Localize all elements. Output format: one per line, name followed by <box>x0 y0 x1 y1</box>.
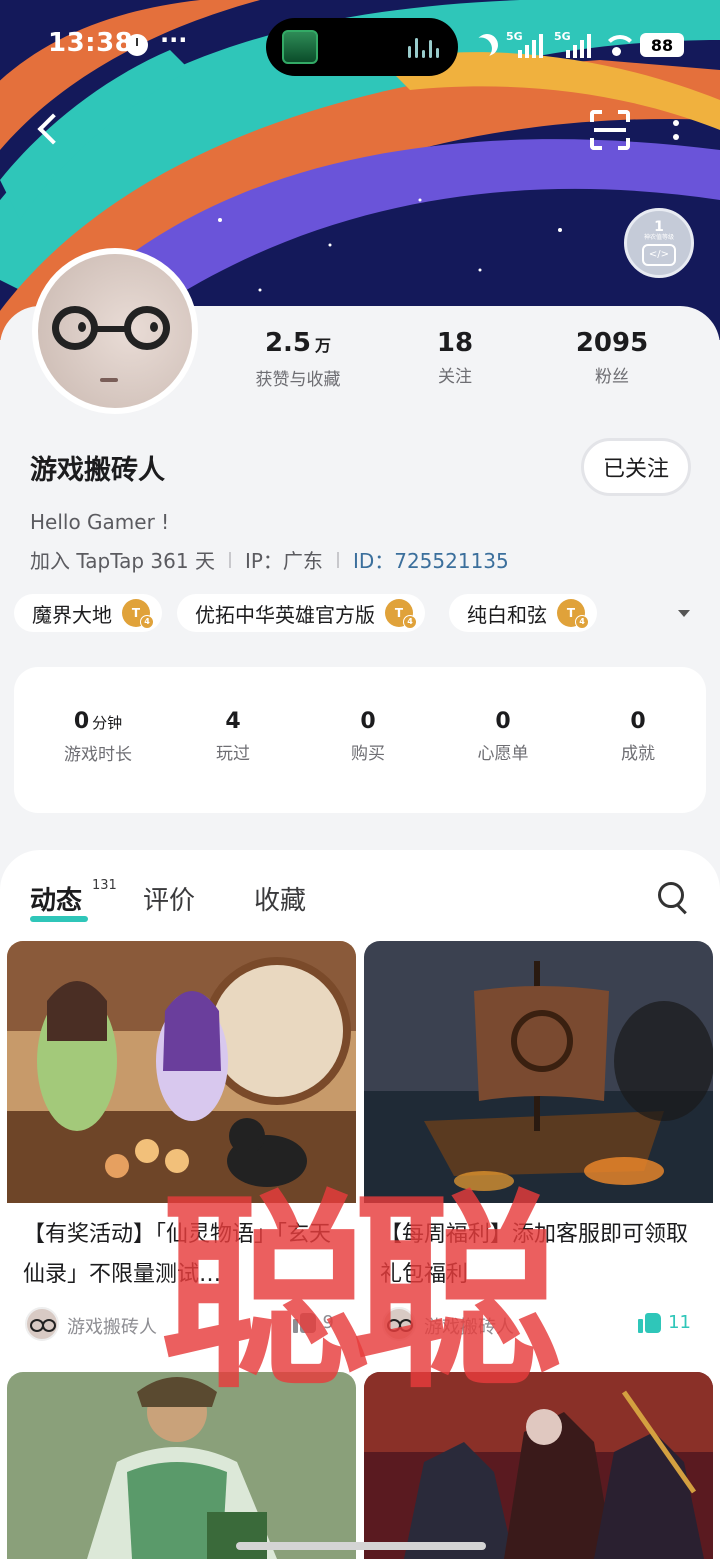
user-id[interactable]: ID：725521135 <box>353 545 509 574</box>
like-button[interactable]: 11 <box>638 1311 691 1333</box>
taptap-badge-icon: T <box>122 599 154 629</box>
stat-followers[interactable]: 2095 粉丝 <box>552 328 672 388</box>
more-options-icon[interactable] <box>664 114 688 148</box>
taptap-badge-icon: T <box>385 599 417 629</box>
gamepad-code-icon: </> <box>642 244 676 266</box>
user-meta: 加入 TapTap 361 天 IP：广东 ID：725521135 <box>30 545 509 574</box>
following-button[interactable]: 已关注 <box>581 438 691 496</box>
join-duration: 加入 TapTap 361 天 <box>30 549 215 573</box>
game-tag[interactable]: 纯白和弦 T <box>449 594 597 632</box>
status-time: 13:38 <box>48 28 134 58</box>
watermark-text: 聪聪 <box>160 1172 562 1417</box>
wifi-icon <box>602 33 637 57</box>
status-more-dots: ··· <box>160 26 188 54</box>
ip-location: IP：广东 <box>244 549 323 573</box>
active-tab-indicator <box>30 916 88 922</box>
thumbs-up-icon <box>638 1311 662 1333</box>
post-cover-image <box>7 941 356 1203</box>
level-badge[interactable]: 1 神农值等级 </> <box>624 208 694 278</box>
divider <box>336 551 339 568</box>
tab-posts[interactable]: 动态 <box>30 880 82 917</box>
clock-icon <box>126 34 148 56</box>
game-tag-list: 魔界大地 T 优拓中华英雄官方版 T 纯白和弦 T <box>14 594 714 632</box>
author-name[interactable]: 游戏搬砖人 <box>67 1313 157 1339</box>
game-tag[interactable]: 优拓中华英雄官方版 T <box>177 594 425 632</box>
signal-icon: 5G <box>506 30 546 58</box>
stat-following[interactable]: 18 关注 <box>395 328 515 388</box>
divider <box>228 551 231 568</box>
username: 游戏搬砖人 <box>30 455 165 486</box>
stat-likes[interactable]: 2.5 万 获赞与收藏 <box>238 328 358 390</box>
stat-purchased[interactable]: 0 购买 <box>308 709 428 764</box>
scan-icon[interactable] <box>590 110 630 150</box>
do-not-disturb-icon <box>472 30 502 60</box>
tab-reviews[interactable]: 评价 <box>143 880 195 917</box>
battery-indicator: 88 <box>640 33 684 57</box>
expand-tags-icon[interactable] <box>678 610 690 617</box>
stat-achievements[interactable]: 0 成就 <box>578 709 698 764</box>
tab-favorites[interactable]: 收藏 <box>254 880 306 917</box>
media-thumbnail <box>282 30 318 64</box>
audio-wave-icon <box>408 36 442 58</box>
dynamic-island[interactable] <box>266 18 458 76</box>
avatar[interactable] <box>32 248 198 414</box>
stat-playtime[interactable]: 0 分钟 游戏时长 <box>38 709 158 765</box>
stat-played[interactable]: 4 玩过 <box>173 709 293 764</box>
back-arrow-icon[interactable] <box>30 108 70 152</box>
search-icon[interactable] <box>656 880 690 914</box>
game-stats-card: 0 分钟 游戏时长 4 玩过 0 购买 0 心愿单 0 成就 <box>14 667 706 813</box>
signal-icon-2: 5G <box>554 30 594 58</box>
author-avatar[interactable] <box>25 1307 59 1341</box>
stat-wishlist[interactable]: 0 心愿单 <box>443 709 563 764</box>
taptap-badge-icon: T <box>557 599 589 629</box>
status-bar: 13:38 ··· 5G 5G 88 <box>0 0 720 90</box>
game-tag[interactable]: 魔界大地 T <box>14 594 162 632</box>
posts-count: 131 <box>92 878 117 893</box>
user-bio: Hello Gamer ! <box>30 510 170 534</box>
home-indicator[interactable] <box>236 1542 486 1550</box>
post-cover-image <box>364 941 713 1203</box>
